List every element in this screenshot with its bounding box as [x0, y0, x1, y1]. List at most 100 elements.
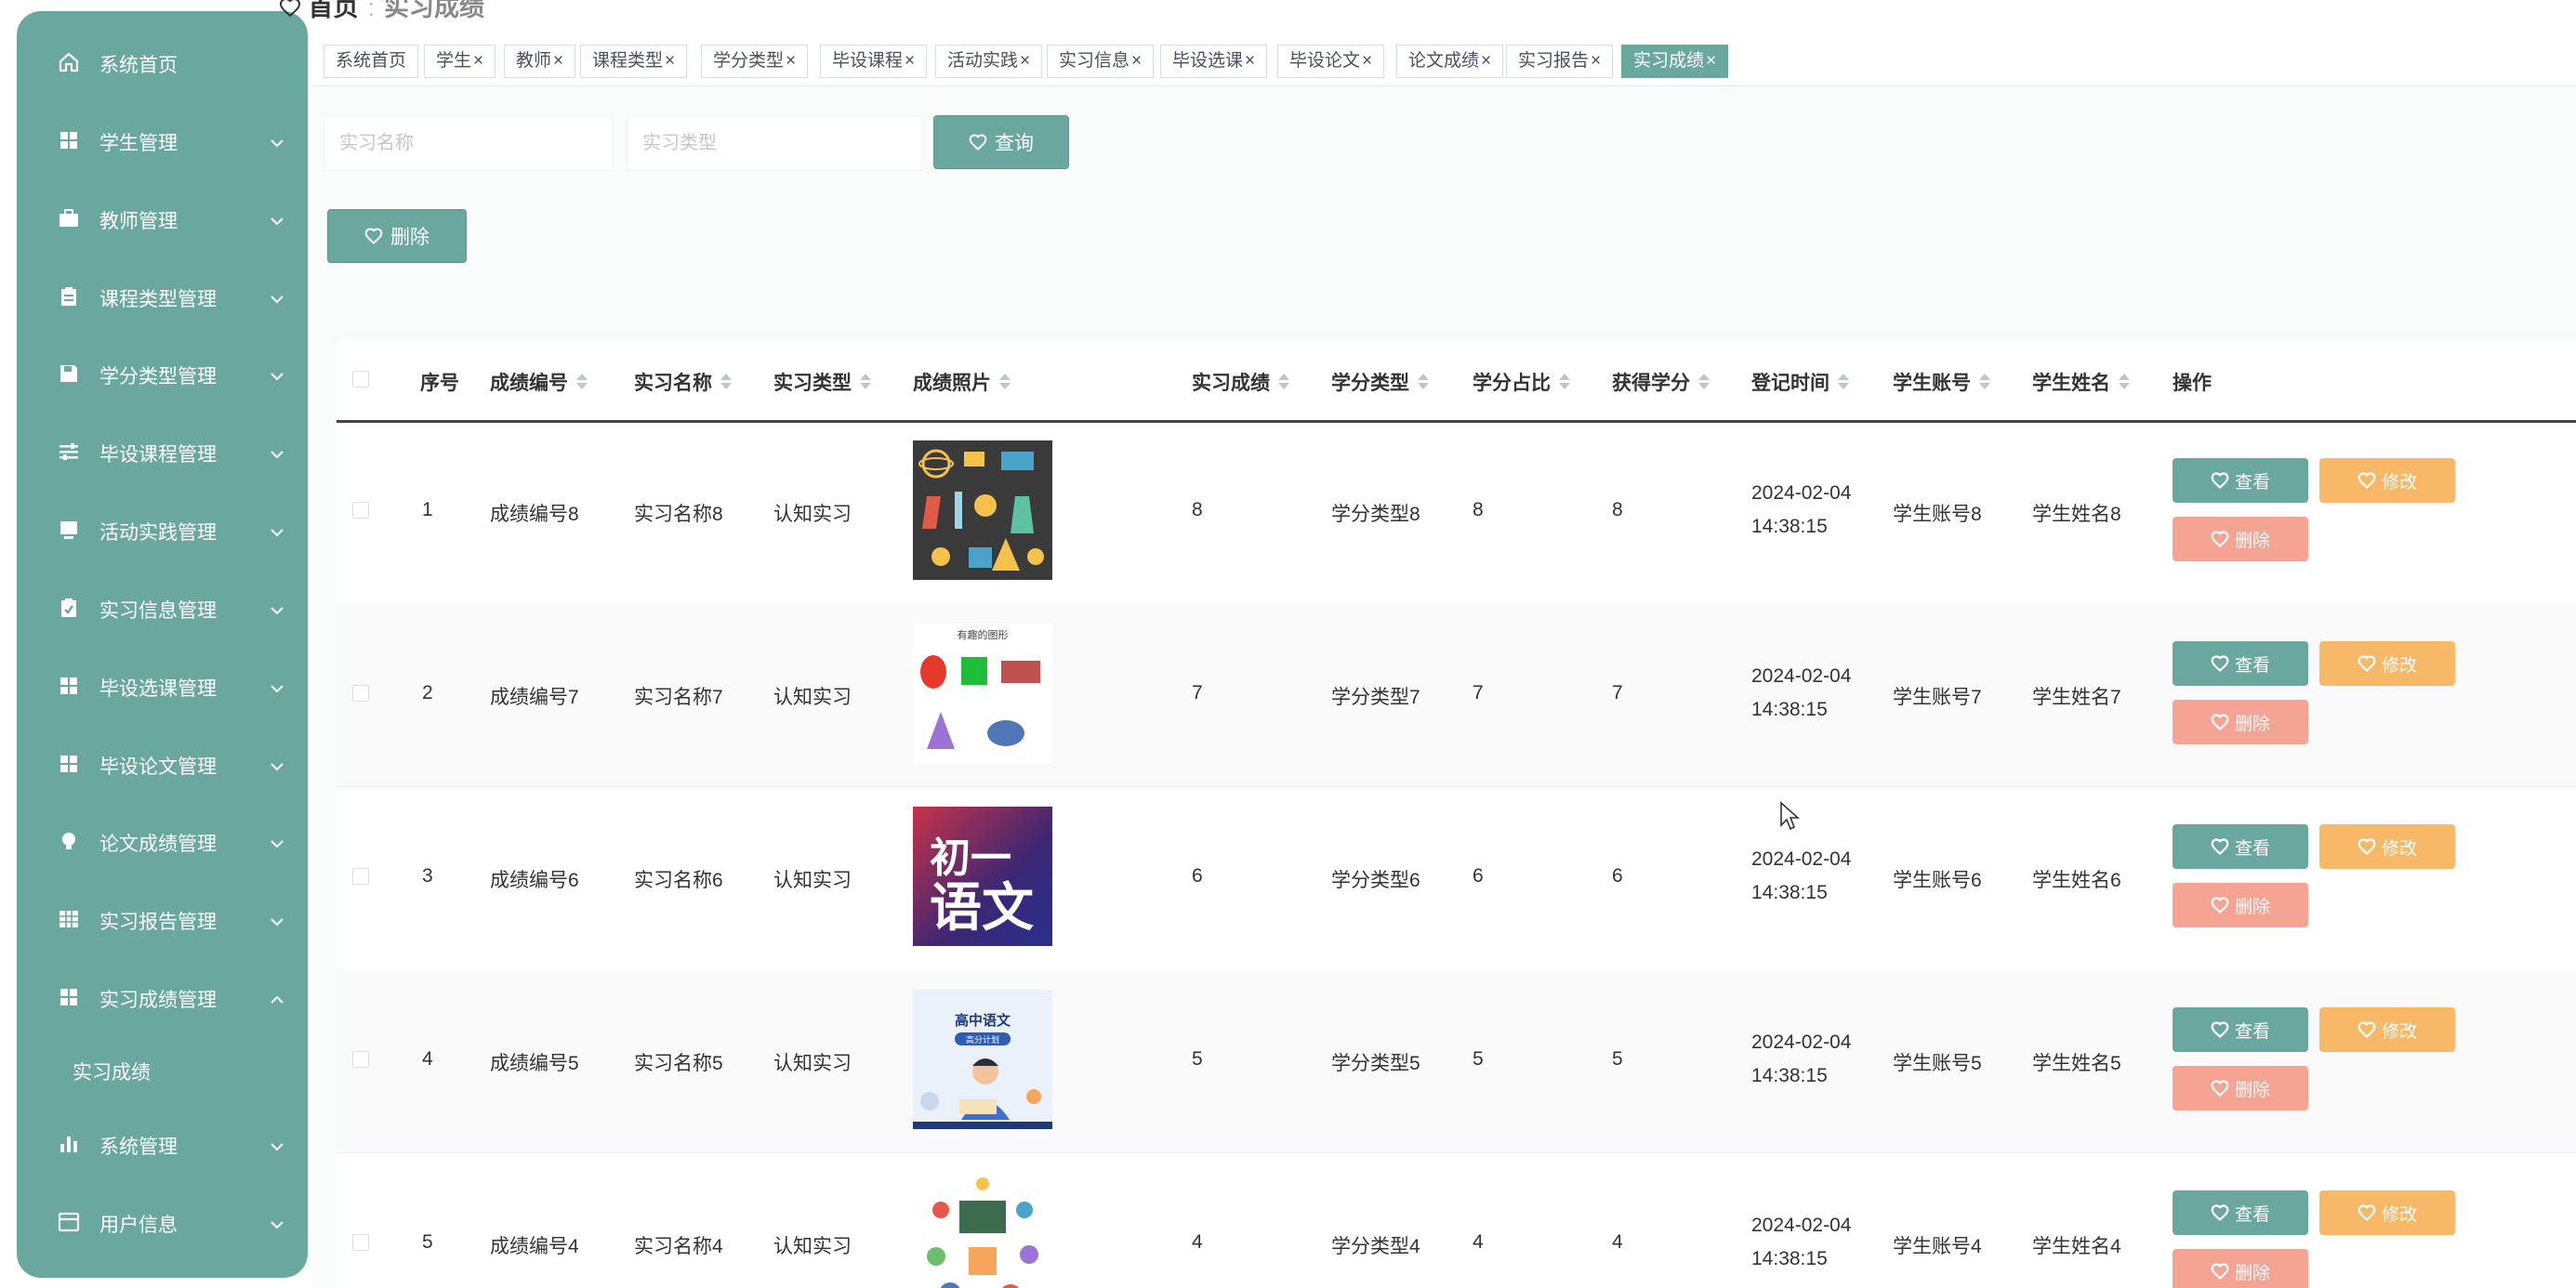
view-button[interactable]: 查看 — [2173, 641, 2308, 686]
delete-button[interactable]: 删除 — [2173, 700, 2308, 744]
column-header-label: 序号 — [420, 373, 459, 394]
sort-icon[interactable] — [2118, 372, 2130, 392]
column-header[interactable]: 学生账号 — [1893, 368, 1990, 396]
edit-button[interactable]: 修改 — [2319, 458, 2455, 503]
search-type-input[interactable] — [627, 115, 922, 171]
sort-icon[interactable] — [575, 372, 588, 392]
sidebar-item-14[interactable]: 用户信息 — [17, 1194, 308, 1250]
view-button[interactable]: 查看 — [2173, 824, 2308, 869]
close-icon[interactable]: × — [665, 51, 675, 71]
score-photo[interactable]: 有趣的图形 — [913, 624, 1052, 763]
briefcase-icon — [58, 207, 80, 230]
column-header[interactable]: 学分占比 — [1473, 368, 1570, 396]
delete-button[interactable]: 删除 — [2173, 517, 2308, 561]
sort-icon[interactable] — [1277, 372, 1289, 392]
sidebar-item-7[interactable]: 实习信息管理 — [17, 580, 308, 636]
sort-icon[interactable] — [859, 372, 871, 392]
close-icon[interactable]: × — [1591, 51, 1601, 71]
tab-label: 毕设选课 — [1172, 51, 1244, 71]
sidebar-item-13[interactable]: 系统管理 — [17, 1116, 308, 1172]
close-icon[interactable]: × — [1362, 51, 1372, 71]
sidebar-item-4[interactable]: 学分类型管理 — [17, 346, 308, 401]
tab-5[interactable]: 毕设课程 × — [820, 45, 928, 78]
sort-icon[interactable] — [720, 372, 732, 392]
column-header[interactable]: 实习成绩 — [1192, 368, 1289, 396]
view-button[interactable]: 查看 — [2173, 458, 2308, 503]
tab-9[interactable]: 毕设论文 × — [1277, 45, 1385, 78]
close-icon[interactable]: × — [1245, 51, 1255, 71]
column-header[interactable]: 实习类型 — [773, 368, 871, 396]
view-button[interactable]: 查看 — [2173, 1190, 2308, 1235]
chevron-down-icon — [269, 756, 285, 771]
score-photo[interactable] — [913, 440, 1052, 580]
close-icon[interactable]: × — [473, 51, 483, 71]
sort-icon[interactable] — [1978, 372, 1990, 392]
search-name-input[interactable] — [324, 115, 614, 171]
sidebar-item-0[interactable]: 系统首页 — [17, 34, 308, 90]
edit-button[interactable]: 修改 — [2319, 1007, 2455, 1052]
close-icon[interactable]: × — [1020, 51, 1030, 71]
column-header[interactable]: 学分类型 — [1331, 368, 1429, 396]
edit-button[interactable]: 修改 — [2319, 641, 2455, 686]
close-icon[interactable]: × — [1481, 51, 1491, 71]
tab-2[interactable]: 教师 × — [504, 45, 576, 78]
row-checkbox[interactable] — [352, 868, 369, 885]
tab-11[interactable]: 实习报告 × — [1506, 45, 1614, 78]
sort-icon[interactable] — [1698, 372, 1710, 392]
delete-button[interactable]: 删除 — [2173, 883, 2308, 927]
close-icon[interactable]: × — [1131, 51, 1142, 71]
score-photo[interactable]: 高中语文 高分计划 — [913, 990, 1052, 1129]
sidebar-subitem-internship-score[interactable]: 实习成绩 — [17, 1043, 308, 1095]
breadcrumb-home[interactable]: 首页 — [309, 0, 359, 21]
sidebar-item-11[interactable]: 实习报告管理 — [17, 891, 308, 947]
query-button[interactable]: 查询 — [933, 115, 1069, 169]
sidebar-item-8[interactable]: 毕设选课管理 — [17, 658, 308, 714]
sidebar-item-2[interactable]: 教师管理 — [17, 191, 308, 246]
sidebar-item-6[interactable]: 活动实践管理 — [17, 502, 308, 558]
cell-score: 5 — [1192, 1048, 1203, 1070]
sidebar-item-5[interactable]: 毕设课程管理 — [17, 424, 308, 480]
tab-4[interactable]: 学分类型 × — [701, 45, 809, 78]
column-header[interactable]: 成绩照片 — [913, 368, 1011, 396]
row-checkbox[interactable] — [352, 502, 369, 519]
tab-10[interactable]: 论文成绩 × — [1396, 45, 1504, 78]
cell-name: 实习名称4 — [634, 1236, 723, 1257]
row-checkbox[interactable] — [352, 685, 369, 702]
sort-icon[interactable] — [1837, 372, 1849, 392]
close-icon[interactable]: × — [553, 51, 563, 71]
delete-button[interactable]: 删除 — [2173, 1066, 2308, 1111]
sidebar-item-10[interactable]: 论文成绩管理 — [17, 813, 308, 869]
bulk-delete-button[interactable]: 删除 — [327, 209, 467, 263]
sidebar-item-1[interactable]: 学生管理 — [17, 112, 308, 168]
sort-icon[interactable] — [1417, 372, 1429, 392]
column-header[interactable]: 获得学分 — [1612, 368, 1710, 396]
score-photo[interactable] — [913, 1173, 1052, 1288]
tab-7[interactable]: 实习信息 × — [1047, 45, 1155, 78]
tab-0[interactable]: 系统首页 — [324, 45, 419, 78]
column-header[interactable]: 登记时间 — [1751, 368, 1849, 396]
column-header[interactable]: 成绩编号 — [490, 368, 588, 396]
row-checkbox[interactable] — [352, 1234, 369, 1251]
column-header[interactable]: 学生姓名 — [2032, 368, 2130, 396]
sort-icon[interactable] — [998, 372, 1011, 392]
close-icon[interactable]: × — [786, 51, 796, 71]
column-header[interactable]: 实习名称 — [634, 368, 732, 396]
sidebar-item-9[interactable]: 毕设论文管理 — [17, 736, 308, 792]
tab-12[interactable]: 实习成绩 × — [1621, 45, 1729, 78]
edit-button[interactable]: 修改 — [2319, 1190, 2455, 1235]
delete-button[interactable]: 删除 — [2173, 1249, 2308, 1288]
tab-3[interactable]: 课程类型 × — [580, 45, 688, 78]
tab-1[interactable]: 学生 × — [424, 45, 496, 78]
tab-8[interactable]: 毕设选课 × — [1160, 45, 1268, 78]
score-photo[interactable]: 初一 语文 — [913, 807, 1052, 946]
sort-icon[interactable] — [1558, 372, 1570, 392]
tab-6[interactable]: 活动实践 × — [935, 45, 1043, 78]
close-icon[interactable]: × — [905, 51, 915, 71]
sidebar-item-12[interactable]: 实习成绩管理 — [17, 969, 308, 1025]
sidebar-item-3[interactable]: 课程类型管理 — [17, 269, 308, 324]
select-all-checkbox[interactable] — [352, 371, 369, 388]
row-checkbox[interactable] — [352, 1051, 369, 1068]
view-button[interactable]: 查看 — [2173, 1007, 2308, 1052]
close-icon[interactable]: × — [1706, 51, 1716, 71]
edit-button[interactable]: 修改 — [2319, 824, 2455, 869]
